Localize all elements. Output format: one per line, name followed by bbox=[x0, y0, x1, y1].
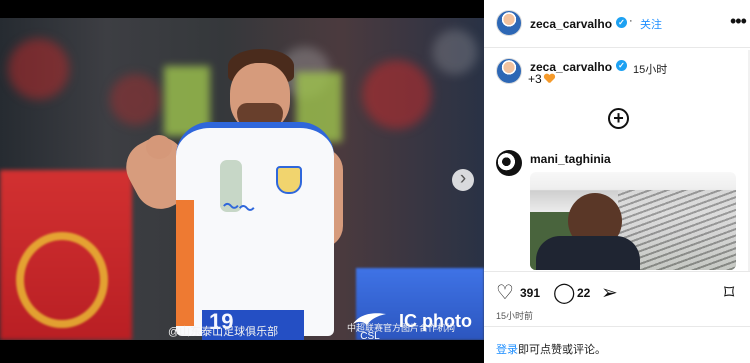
verified-badge-icon: ✓ bbox=[616, 60, 627, 71]
player-hand bbox=[146, 135, 172, 159]
actions-divider bbox=[484, 271, 750, 272]
bottom-divider bbox=[484, 326, 750, 327]
comment-image bbox=[530, 172, 736, 270]
chevron-right-icon: › bbox=[459, 168, 467, 189]
next-image-button[interactable]: › bbox=[452, 169, 474, 191]
shirt-sponsor: 〜〜 bbox=[221, 197, 256, 220]
post-media-pane: 〜〜 19 CSL IC photo @山东泰山足球俱乐部 中超联赛官方图片合作… bbox=[0, 0, 484, 363]
like-count: 391 bbox=[520, 286, 541, 300]
post-details-sidebar: zeca_carvalho ✓ · 关注 ••• zeca_carvalho ✓… bbox=[484, 0, 750, 363]
banner-emblem bbox=[16, 232, 108, 328]
comment-count: 22 bbox=[577, 286, 591, 300]
load-more-comments-button[interactable]: + bbox=[608, 108, 629, 129]
caption-text: +3 bbox=[528, 72, 542, 86]
post-photo: 〜〜 19 CSL IC photo bbox=[0, 18, 484, 340]
save-icon[interactable]: ⌑ bbox=[724, 283, 734, 303]
comment-icon[interactable]: ◯ bbox=[553, 283, 575, 303]
comment-image-person-body bbox=[536, 236, 640, 270]
post-time-ago: 15小时 bbox=[633, 64, 668, 76]
caption-author-avatar[interactable] bbox=[496, 58, 522, 84]
follow-button[interactable]: 关注 bbox=[640, 16, 662, 32]
plus-icon: + bbox=[613, 108, 624, 128]
header-separator: · bbox=[629, 15, 633, 27]
post-caption: +3 bbox=[528, 72, 555, 86]
login-link[interactable]: 登录 bbox=[496, 344, 518, 356]
club-badge bbox=[276, 166, 302, 194]
verified-badge-icon: ✓ bbox=[616, 17, 627, 28]
like-icon[interactable]: ♡ bbox=[496, 283, 514, 303]
post-header: zeca_carvalho ✓ · 关注 ••• bbox=[484, 0, 750, 48]
orange-heart-icon bbox=[544, 74, 555, 84]
shirt-trim bbox=[176, 200, 194, 326]
player-shirt bbox=[176, 122, 334, 336]
photo-credit-cn: 中超联赛官方图片合作机构 bbox=[347, 323, 456, 333]
author-avatar[interactable] bbox=[496, 10, 522, 36]
login-prompt-text: 即可点赞或评论。 bbox=[518, 344, 606, 356]
login-prompt: 登录即可点赞或评论。 bbox=[496, 341, 606, 357]
share-icon[interactable]: ➢ bbox=[601, 283, 618, 303]
post-timestamp: 15小时前 bbox=[496, 311, 534, 321]
photo-caption: @山东泰山足球俱乐部 bbox=[168, 326, 279, 338]
author-username[interactable]: zeca_carvalho bbox=[530, 17, 612, 31]
more-options-icon[interactable]: ••• bbox=[730, 11, 747, 32]
comment-author-username[interactable]: mani_taghinia bbox=[530, 152, 611, 166]
comment-author-avatar[interactable] bbox=[496, 150, 522, 176]
